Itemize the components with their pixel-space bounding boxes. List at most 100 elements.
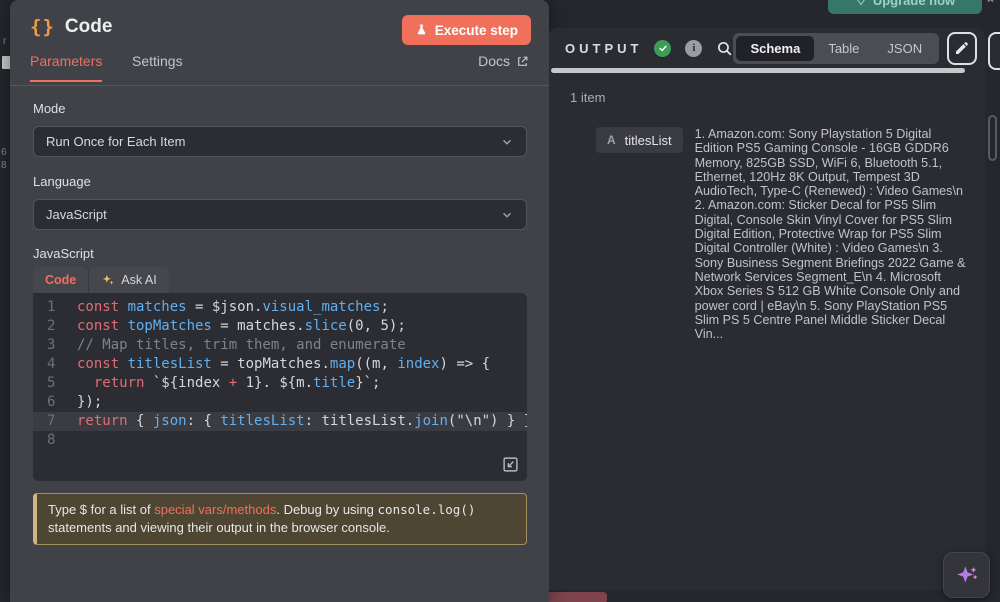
code-token: visual_matches	[262, 299, 380, 315]
output-header: OUTPUT i SchemaTableJSON	[549, 28, 985, 68]
code-line-1[interactable]: 1const matches = $json.visual_matches;	[33, 298, 527, 317]
code-token: topMatches	[128, 318, 212, 334]
hint-text: . Debug by using	[276, 502, 377, 517]
chevron-down-icon	[500, 135, 514, 149]
background-fragment: 6	[1, 147, 7, 158]
items-count: 1 item	[570, 90, 605, 105]
execute-step-label: Execute step	[435, 23, 518, 38]
code-token: ) => {	[440, 356, 491, 372]
code-line-6[interactable]: 6});	[33, 393, 527, 412]
editor-tabs: Code Ask AI	[33, 267, 169, 293]
code-token: ("\n") } };	[448, 413, 527, 429]
line-number: 5	[33, 374, 63, 393]
code-token: title	[313, 375, 355, 391]
tab-parameters[interactable]: Parameters	[30, 53, 102, 82]
code-token: const	[77, 299, 128, 315]
code-token: {	[128, 413, 153, 429]
code-token: });	[77, 394, 102, 410]
code-token: slice	[305, 318, 347, 334]
code-token: // Map titles, trim them, and enumerate	[77, 337, 406, 353]
hint-text: statements and viewing their output in t…	[48, 520, 390, 535]
output-tab-json[interactable]: JSON	[873, 36, 936, 61]
code-token	[77, 375, 94, 391]
language-label: Language	[33, 174, 91, 189]
code-node-panel: {} Code Execute step Parameters Settings…	[10, 0, 549, 602]
code-line-4[interactable]: 4const titlesList = topMatches.map((m, i…	[33, 355, 527, 374]
background-fragment: 8	[1, 160, 7, 171]
code-token: : titlesList.	[305, 413, 415, 429]
line-number: 2	[33, 317, 63, 336]
docs-link[interactable]: Docs	[478, 53, 529, 69]
external-link-icon	[516, 55, 529, 68]
flask-icon	[415, 23, 428, 37]
tab-code[interactable]: Code	[33, 267, 89, 293]
code-token: map	[330, 356, 355, 372]
mode-select[interactable]: Run Once for Each Item	[33, 126, 527, 157]
code-token: = topMatches.	[212, 356, 330, 372]
tab-ask-ai[interactable]: Ask AI	[89, 267, 168, 293]
hint-text: Type $ for a list of	[48, 502, 154, 517]
output-view-tabs: SchemaTableJSON	[733, 33, 939, 64]
code-token: = matches.	[212, 318, 305, 334]
output-panel: OUTPUT i SchemaTableJSON 1 item A titles…	[549, 28, 985, 590]
output-title: OUTPUT	[565, 41, 642, 56]
code-token: const	[77, 318, 128, 334]
code-node-icon: {}	[30, 16, 55, 38]
line-number: 6	[33, 393, 63, 412]
mode-value: Run Once for Each Item	[46, 134, 185, 149]
chevron-down-icon	[500, 208, 514, 222]
language-select[interactable]: JavaScript	[33, 199, 527, 230]
diamond-icon	[855, 0, 867, 6]
field-pill-titleslist[interactable]: A titlesList	[596, 127, 683, 153]
code-line-2[interactable]: 2 const topMatches = matches.slice(0, 5);	[33, 317, 527, 336]
editor-section-label: JavaScript	[33, 246, 94, 261]
code-token: json	[153, 413, 187, 429]
special-vars-link[interactable]: special vars/methods	[154, 502, 276, 517]
code-token: join	[414, 413, 448, 429]
tab-settings[interactable]: Settings	[132, 53, 183, 80]
ai-assistant-button[interactable]	[943, 552, 990, 598]
code-token: return	[94, 375, 153, 391]
output-tab-schema[interactable]: Schema	[736, 36, 814, 61]
code-line-3[interactable]: 3// Map titles, trim them, and enumerate	[33, 336, 527, 355]
expand-editor-icon[interactable]	[502, 456, 519, 473]
upgrade-now-button[interactable]: Upgrade now	[828, 0, 982, 14]
mode-label: Mode	[33, 101, 66, 116]
background-fragment: r	[3, 36, 6, 47]
background-node-fragment	[545, 592, 607, 602]
horizontal-scrollbar[interactable]	[551, 68, 965, 73]
code-line-8[interactable]: 8	[33, 431, 527, 450]
edge-button-partial[interactable]	[988, 32, 1000, 70]
success-check-icon	[654, 40, 671, 57]
line-number: 7	[33, 412, 63, 431]
string-type-icon: A	[607, 133, 616, 147]
language-value: JavaScript	[46, 207, 107, 222]
code-token: const	[77, 356, 128, 372]
execute-step-button[interactable]: Execute step	[402, 15, 531, 45]
collapse-caret-icon[interactable]: ⌃	[985, 0, 996, 12]
code-token: `${index	[153, 375, 229, 391]
info-icon[interactable]: i	[685, 40, 702, 57]
edit-output-button[interactable]	[947, 32, 977, 65]
pencil-icon	[954, 40, 970, 56]
field-name: titlesList	[625, 133, 672, 148]
code-line-5[interactable]: 5 return `${index + 1}. ${m.title}`;	[33, 374, 527, 393]
sparkles-icon	[101, 273, 115, 287]
ask-ai-label: Ask AI	[121, 273, 156, 287]
code-token: (0, 5);	[347, 318, 406, 334]
ai-sparkle-icon	[954, 562, 980, 588]
code-token: 1}. ${m.	[237, 375, 313, 391]
node-tabs: Parameters Settings	[10, 53, 549, 86]
code-line-7[interactable]: 7return { json: { titlesList: titlesList…	[33, 412, 527, 431]
vertical-scrollbar[interactable]	[988, 115, 997, 161]
schema-field-row: A titlesList 1. Amazon.com: Sony Playsta…	[596, 127, 967, 341]
code-token: return	[77, 413, 128, 429]
output-tab-table[interactable]: Table	[814, 36, 873, 61]
line-number: 4	[33, 355, 63, 374]
code-token: matches	[128, 299, 187, 315]
code-editor[interactable]: 1const matches = $json.visual_matches;2c…	[33, 293, 527, 481]
code-token: +	[229, 375, 237, 391]
node-title: Code	[65, 16, 113, 38]
search-icon[interactable]	[716, 40, 733, 57]
code-token: ;	[380, 299, 388, 315]
